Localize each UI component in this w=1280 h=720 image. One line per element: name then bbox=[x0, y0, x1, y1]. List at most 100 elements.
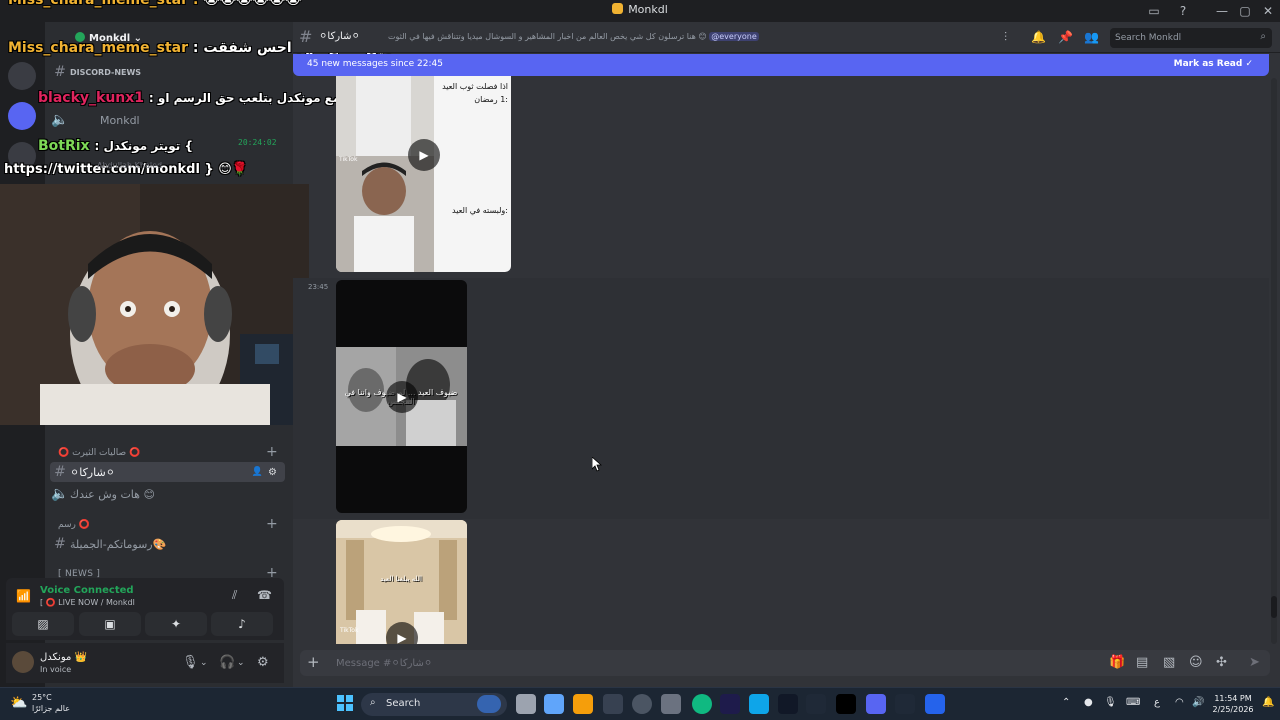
task-view-icon[interactable] bbox=[516, 694, 536, 714]
signal-icon[interactable]: 📶 bbox=[16, 589, 31, 603]
app-icon[interactable] bbox=[925, 694, 945, 714]
search-box[interactable]: ⌕ bbox=[1110, 28, 1272, 48]
threads-icon[interactable]: ⫶ bbox=[1004, 30, 1007, 45]
keyboard-icon[interactable]: ⌨ bbox=[1126, 697, 1140, 708]
add-channel-button[interactable]: + bbox=[266, 516, 278, 532]
wifi-icon[interactable]: ◠ bbox=[1175, 697, 1184, 708]
message-attachment[interactable]: الله يبلغنا العيد TikTok ▶ bbox=[336, 520, 467, 644]
microphone-icon[interactable]: 🎙 bbox=[1104, 697, 1117, 708]
members-icon[interactable]: 👥 bbox=[1084, 30, 1099, 44]
start-button[interactable] bbox=[337, 695, 353, 711]
tiktok-badge: TikTok bbox=[339, 156, 358, 163]
scrollbar-track[interactable] bbox=[1271, 78, 1277, 644]
pin-icon[interactable]: 📌 bbox=[1058, 30, 1073, 44]
inbox-icon[interactable]: ▭ bbox=[1145, 2, 1163, 20]
voice-channel-label: [ ⭕ LIVE NOW / Monkdl bbox=[40, 598, 135, 607]
capcut-icon[interactable] bbox=[836, 694, 856, 714]
mark-as-read-button[interactable]: Mark as Read ✓ bbox=[1174, 59, 1253, 69]
close-button[interactable]: ✕ bbox=[1259, 2, 1277, 20]
gear-icon[interactable]: ⚙ bbox=[268, 467, 277, 478]
add-channel-button[interactable]: + bbox=[266, 444, 278, 460]
disconnect-icon[interactable]: ☎ bbox=[257, 588, 272, 602]
add-attachment-button[interactable]: + bbox=[307, 653, 320, 671]
new-messages-text[interactable]: 45 new messages since 22:45 bbox=[307, 59, 443, 69]
channel-topic[interactable]: هنا ترسلون كل شي يخص العالم من اخبار الم… bbox=[388, 32, 759, 41]
play-icon[interactable]: ▶ bbox=[386, 381, 418, 413]
file-explorer-icon[interactable] bbox=[573, 694, 593, 714]
message-attachment[interactable]: ضيوف العيد ... لم ضيوف واننا في المجلس ▶ bbox=[336, 280, 467, 513]
steam-icon[interactable] bbox=[806, 694, 826, 714]
voice-status[interactable]: Voice Connected bbox=[40, 585, 134, 596]
microphone-icon[interactable]: 🎙 bbox=[182, 655, 199, 670]
app-icon[interactable] bbox=[749, 694, 769, 714]
channel-drawings[interactable]: # رسوماتكم-الجميلة🎨 bbox=[50, 534, 285, 554]
apps-icon[interactable]: ✣ bbox=[1216, 655, 1227, 670]
channel-sharkaa[interactable]: # ⚪شاركا⚪ ⚙ 👤 bbox=[50, 462, 285, 482]
app-icon[interactable] bbox=[778, 694, 798, 714]
video-caption: الله يبلغنا العيد bbox=[380, 575, 422, 583]
headphones-icon[interactable]: 🎧 bbox=[219, 655, 235, 670]
steam-icon[interactable] bbox=[895, 694, 915, 714]
hash-icon: # bbox=[54, 536, 66, 552]
caption-bottom: ولبسته في العيد: bbox=[452, 206, 508, 215]
activities-icon: ✦ bbox=[170, 617, 182, 631]
message-attachment[interactable]: اذا فصلت ثوب العيد 1 رمضان: ولبسته في ال… bbox=[336, 76, 511, 272]
overlay-chat-line: Miss_chara_meme_star : 😭😭😭😭😭😭 bbox=[8, 0, 302, 8]
premiere-icon[interactable] bbox=[720, 694, 740, 714]
app-icon[interactable] bbox=[603, 694, 623, 714]
clock-time: 11:54 PM bbox=[1214, 694, 1252, 703]
chevron-up-icon[interactable]: ⌃ bbox=[1062, 697, 1070, 708]
user-status: In voice bbox=[40, 665, 72, 674]
minimize-button[interactable]: — bbox=[1213, 2, 1231, 20]
voice-channel[interactable]: 🔈 هات وش عندك 😊 bbox=[50, 484, 285, 504]
category-label[interactable]: ⭕ صاليات الثيرت ⭕ bbox=[58, 448, 140, 458]
discord-icon[interactable] bbox=[866, 694, 886, 714]
weather-icon[interactable]: ⛅ bbox=[10, 695, 27, 711]
notification-icon[interactable]: 🔔 bbox=[1262, 697, 1274, 708]
weather-widget[interactable]: 25°C عالم جزائرًا bbox=[32, 692, 70, 714]
volume-icon[interactable]: 🔊 bbox=[1192, 697, 1204, 708]
search-icon: ⌕ bbox=[1260, 31, 1266, 42]
category-label[interactable]: رسم ⭕ bbox=[58, 520, 90, 530]
activities-button[interactable]: ✦ bbox=[145, 612, 207, 636]
gear-icon[interactable]: ⚙ bbox=[257, 655, 269, 670]
weather-desc: عالم جزائرًا bbox=[32, 704, 70, 713]
search-input[interactable] bbox=[1115, 31, 1250, 45]
app-icon[interactable] bbox=[661, 694, 681, 714]
taskbar-search[interactable]: ⌕ Search bbox=[361, 693, 507, 716]
soundboard-icon: ♪ bbox=[238, 617, 246, 631]
language-indicator[interactable]: ع bbox=[1154, 697, 1160, 708]
widgets-icon[interactable] bbox=[544, 694, 564, 714]
noise-suppression-icon[interactable]: ⫽ bbox=[232, 588, 237, 603]
channel-label: ⚪شاركا⚪ bbox=[70, 465, 115, 479]
mouse-cursor bbox=[592, 457, 602, 472]
emoji-icon[interactable]: ☺ bbox=[1189, 655, 1203, 670]
hash-icon: # bbox=[299, 27, 313, 46]
chevron-down-icon[interactable]: ⌄ bbox=[237, 658, 245, 668]
help-icon[interactable]: ? bbox=[1174, 2, 1192, 20]
gift-icon[interactable]: 🎁 bbox=[1109, 655, 1125, 670]
send-icon[interactable]: ➤ bbox=[1249, 655, 1260, 670]
soundboard-button[interactable]: ♪ bbox=[211, 612, 273, 636]
play-icon[interactable]: ▶ bbox=[408, 139, 440, 171]
bell-icon[interactable]: 🔔 bbox=[1031, 30, 1046, 44]
avatar[interactable] bbox=[12, 651, 34, 673]
caption-top: اذا فصلت ثوب العيد 1 رمضان: bbox=[442, 82, 508, 104]
new-messages-bar[interactable]: 45 new messages since 22:45 Mark as Read… bbox=[293, 54, 1269, 76]
camera-button[interactable]: ▨ bbox=[12, 612, 74, 636]
clock[interactable]: 11:54 PM 2/25/2026 bbox=[1208, 693, 1258, 715]
tray-app-icon[interactable]: ● bbox=[1084, 697, 1093, 708]
screen-share-button[interactable]: ▣ bbox=[79, 612, 141, 636]
message-input[interactable] bbox=[336, 656, 1036, 670]
camera-off-icon: ▨ bbox=[37, 617, 49, 631]
user-name[interactable]: مونكدل 👑 bbox=[40, 652, 87, 663]
chevron-down-icon[interactable]: ⌄ bbox=[200, 658, 208, 668]
invite-icon[interactable]: 👤 bbox=[252, 467, 263, 477]
overlay-chat-line: BotRix : تويتر مونكدل { bbox=[38, 138, 194, 154]
scrollbar-thumb[interactable] bbox=[1271, 596, 1277, 618]
gif-icon[interactable]: ▤ bbox=[1136, 655, 1148, 670]
sticker-icon[interactable]: ▧ bbox=[1163, 655, 1175, 670]
obs-icon[interactable] bbox=[632, 694, 652, 714]
chrome-icon[interactable] bbox=[692, 694, 712, 714]
maximize-button[interactable]: ▢ bbox=[1236, 2, 1254, 20]
